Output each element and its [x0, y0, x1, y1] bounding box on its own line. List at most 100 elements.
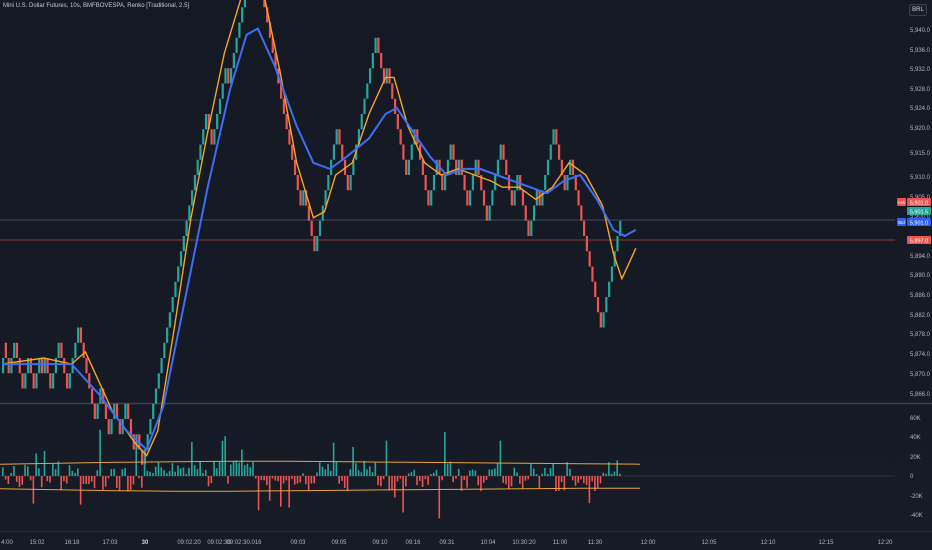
- renko-brick: [577, 190, 580, 206]
- volume-bar: [24, 464, 26, 476]
- renko-brick: [594, 281, 597, 297]
- renko-brick: [471, 175, 475, 191]
- renko-brick: [466, 190, 469, 206]
- renko-brick: [243, 0, 247, 8]
- renko-brick: [566, 175, 569, 191]
- renko-brick: [599, 312, 602, 328]
- volume-bar: [471, 469, 474, 476]
- volume-bar: [202, 473, 204, 476]
- volume-bar: [271, 476, 274, 479]
- volume-bar: [280, 476, 282, 507]
- volume-bar: [435, 469, 438, 476]
- renko-brick: [399, 129, 402, 145]
- renko-brick: [521, 190, 525, 206]
- volume-tick-label: 20K: [910, 455, 921, 461]
- volume-bar: [299, 476, 302, 483]
- renko-brick: [424, 175, 427, 191]
- renko-brick: [469, 190, 472, 206]
- renko-brick: [288, 129, 291, 145]
- renko-brick: [580, 205, 583, 221]
- renko-brick: [444, 175, 447, 191]
- price-tick-label: 5,890.0: [910, 273, 931, 279]
- time-tick-label: 11:30: [588, 540, 603, 546]
- volume-bar: [502, 476, 504, 483]
- volume-bar: [293, 476, 296, 485]
- volume-bar: [18, 476, 21, 487]
- renko-brick: [407, 159, 411, 175]
- renko-brick: [474, 159, 477, 175]
- renko-brick: [360, 114, 363, 130]
- volume-bar: [374, 462, 377, 476]
- renko-brick: [52, 373, 55, 389]
- volume-bar: [60, 476, 62, 491]
- volume-bar: [449, 461, 452, 476]
- price-tick-label: 5,924.0: [910, 106, 931, 112]
- renko-brick: [377, 37, 380, 53]
- volume-bar: [552, 463, 555, 476]
- renko-brick: [238, 22, 241, 38]
- volume-bar: [391, 476, 393, 490]
- volume-bar: [438, 476, 441, 519]
- renko-brick: [432, 175, 436, 191]
- renko-brick: [569, 159, 572, 175]
- volume-bar: [452, 476, 454, 483]
- volume-bar: [166, 473, 168, 476]
- volume-bar: [455, 476, 457, 479]
- volume-bar: [2, 467, 4, 476]
- renko-brick: [235, 37, 238, 53]
- volume-bar: [32, 476, 35, 504]
- volume-bar: [388, 476, 391, 491]
- volume-bar: [115, 476, 118, 489]
- ask-price-label: Ask 5,901.0: [897, 198, 931, 207]
- volume-bar: [193, 465, 196, 476]
- renko-brick: [463, 175, 466, 191]
- renko-brick: [410, 144, 413, 160]
- volume-bar: [132, 476, 135, 485]
- volume-bar: [441, 476, 443, 481]
- volume-axis[interactable]: 60K 40K 20K 0 -20K -40K: [910, 416, 923, 519]
- volume-bar: [499, 440, 502, 476]
- renko-brick: [302, 190, 305, 206]
- chart-canvas[interactable]: 5,940.0 5,936.0 5,932.0 5,928.0 5,924.0 5,920…: [0, 0, 932, 550]
- renko-brick: [299, 190, 302, 206]
- volume-bar: [274, 476, 277, 481]
- volume-bar: [232, 461, 235, 476]
- volume-bar: [549, 468, 552, 476]
- time-tick-label: 09:02:30.016: [226, 540, 262, 546]
- volume-bar: [4, 476, 7, 480]
- volume-bar: [65, 476, 68, 484]
- time-axis[interactable]: 4:00 15:02 16:18 17:03 30 09:02:20 09:02:3009:…: [1, 540, 893, 546]
- renko-brick: [396, 114, 399, 130]
- renko-brick: [427, 190, 430, 206]
- volume-bar: [316, 472, 318, 476]
- volume-bar: [296, 476, 299, 484]
- volume-bar: [424, 476, 427, 480]
- time-tick-label: 10:04: [480, 540, 496, 546]
- volume-bar: [216, 468, 218, 476]
- renko-brick: [18, 358, 21, 374]
- volume-bar: [82, 476, 85, 484]
- price-tick-label: 5,915.0: [910, 151, 931, 157]
- renko-brick: [385, 68, 388, 84]
- time-tick-label: 09:02:20: [177, 540, 201, 546]
- volume-bar: [10, 472, 12, 476]
- volume-bar: [485, 476, 488, 480]
- volume-bar: [430, 473, 432, 476]
- volume-bar: [266, 476, 268, 486]
- renko-brick: [571, 159, 575, 175]
- renko-brick: [13, 342, 16, 358]
- renko-brick: [341, 144, 344, 160]
- volume-bar: [27, 466, 29, 476]
- renko-brick: [532, 205, 536, 221]
- renko-brick: [88, 373, 91, 389]
- renko-brick: [449, 144, 452, 160]
- volume-bar: [227, 476, 229, 484]
- renko-brick: [218, 98, 222, 114]
- renko-brick: [152, 403, 155, 419]
- volume-bar: [7, 476, 10, 485]
- volume-bar: [191, 442, 193, 476]
- renko-brick: [160, 358, 163, 374]
- main-pane[interactable]: [0, 0, 895, 403]
- volume-bar: [218, 461, 221, 476]
- price-tick-label: 5,932.0: [910, 67, 931, 73]
